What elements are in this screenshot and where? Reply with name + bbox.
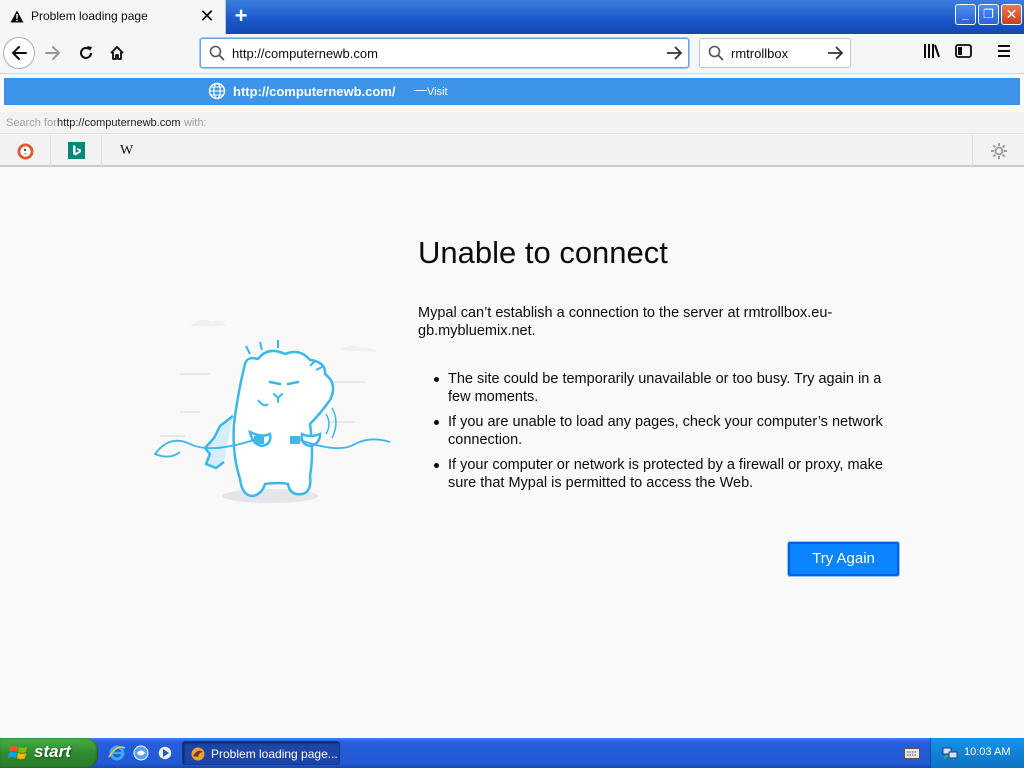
dinosaur-unplugged-illustration (153, 319, 391, 503)
search-settings-button[interactable] (972, 135, 1024, 167)
list-item: The site could be temporarily unavailabl… (434, 370, 904, 406)
gear-icon (991, 143, 1007, 159)
hamburger-menu-icon[interactable] (994, 42, 1014, 60)
suggestion-url: http://computernewb.com/ (233, 84, 396, 99)
go-arrow-icon[interactable] (666, 45, 683, 61)
search-icon (209, 45, 225, 61)
internet-explorer-icon[interactable] (108, 744, 126, 762)
media-player-icon[interactable] (156, 744, 174, 762)
tab-close-icon[interactable]: ✕ (198, 7, 216, 25)
suggestion-action: Visit (427, 86, 448, 98)
start-button[interactable]: start (0, 738, 98, 768)
search-for-prefix: Search for (6, 117, 57, 129)
tab-problem-loading[interactable]: Problem loading page ✕ (0, 0, 226, 34)
title-bar: Problem loading page ✕ + _ ❐ ✕ (0, 0, 1024, 34)
error-title: Unable to connect (418, 235, 668, 270)
tab-title: Problem loading page (31, 9, 148, 23)
warning-icon (10, 10, 24, 23)
arrow-right-icon (45, 46, 61, 60)
taskbar-item-label: Problem loading page... (211, 747, 338, 761)
reload-icon (80, 46, 92, 59)
try-again-button[interactable]: Try Again (788, 542, 899, 576)
search-input[interactable]: rmtrollbox (731, 46, 788, 61)
url-bar[interactable]: http://computernewb.com (200, 38, 689, 68)
search-for-suffix: with: (184, 117, 207, 129)
suggestion-separator: — (414, 82, 427, 97)
taskbar-item-browser[interactable]: Problem loading page... (182, 741, 340, 765)
start-label: start (34, 742, 71, 761)
duckduckgo-engine-button[interactable] (0, 135, 51, 167)
error-description: Mypal can’t establish a connection to th… (418, 305, 833, 339)
list-item: If your computer or network is protected… (434, 456, 904, 492)
minimize-button[interactable]: _ (955, 4, 976, 25)
duckduckgo-icon (17, 143, 34, 160)
mypal-icon (191, 747, 205, 761)
bing-icon (68, 142, 85, 159)
maximize-button[interactable]: ❐ (978, 4, 999, 25)
arrow-left-icon (11, 46, 27, 60)
search-bar[interactable]: rmtrollbox (699, 38, 851, 68)
windows-logo-icon (8, 746, 27, 759)
list-item: If you are unable to load any pages, che… (434, 413, 904, 449)
error-tips-list: The site could be temporarily unavailabl… (434, 370, 904, 499)
forward-button[interactable] (38, 37, 70, 69)
new-tab-button[interactable]: + (230, 5, 252, 27)
back-button[interactable] (3, 37, 35, 69)
search-for-row: Search for http://computernewb.com with: (0, 112, 1024, 134)
globe-icon (208, 82, 226, 100)
url-input[interactable]: http://computernewb.com (232, 46, 378, 61)
clock: 10:03 AM (964, 746, 1011, 758)
sidebar-icon[interactable] (954, 42, 974, 60)
navigation-toolbar: http://computernewb.com rmtrollbox (0, 34, 1024, 74)
error-page: Unable to connect Mypal can’t establish … (0, 169, 1024, 738)
search-engine-row: W (0, 135, 1024, 167)
keyboard-icon[interactable] (904, 747, 920, 759)
window-close-button[interactable]: ✕ (1001, 4, 1022, 25)
url-suggestion-row[interactable]: http://computernewb.com/ — Visit (4, 78, 1020, 105)
windows-taskbar: start Problem loading page... 10:03 AM (0, 738, 1024, 768)
home-icon (110, 46, 124, 60)
wikipedia-engine-button[interactable]: W (102, 135, 153, 167)
search-for-term: http://computernewb.com (57, 117, 181, 129)
search-icon (708, 45, 724, 61)
wikipedia-icon: W (120, 143, 134, 158)
go-arrow-icon[interactable] (827, 45, 844, 61)
system-tray: 10:03 AM (930, 738, 1024, 768)
home-button[interactable] (101, 37, 133, 69)
reload-button[interactable] (70, 37, 102, 69)
bing-engine-button[interactable] (51, 135, 102, 167)
network-icon[interactable] (942, 745, 958, 761)
library-icon[interactable] (922, 42, 942, 60)
outlook-express-icon[interactable] (132, 744, 150, 762)
